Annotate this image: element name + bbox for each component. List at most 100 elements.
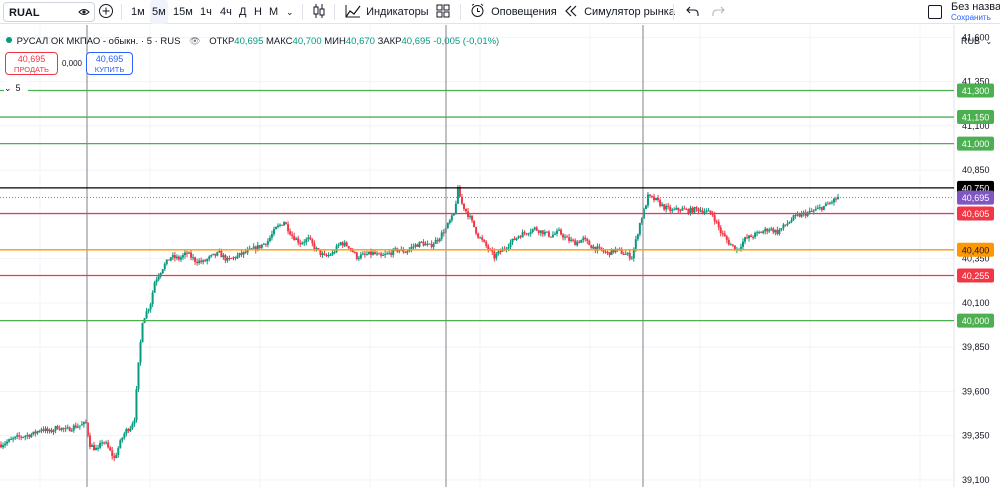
change-value: -0,005 (-0,01%) <box>433 36 500 47</box>
interval-1m[interactable]: 1м <box>131 0 145 24</box>
candle-body <box>830 202 833 204</box>
candle-body <box>808 210 811 213</box>
symbol-search[interactable]: RUAL <box>3 2 95 22</box>
compare-eye-icon[interactable] <box>78 3 90 23</box>
layouts-grid-icon[interactable] <box>436 0 450 24</box>
price-chart[interactable]: 41,60041,35041,10040,85040,60040,35040,1… <box>0 0 1000 487</box>
interval-5m[interactable]: 5м <box>150 0 168 24</box>
candle-body <box>62 427 65 429</box>
interval-day[interactable]: Д <box>239 0 246 24</box>
buy-button[interactable]: 40,695 КУПИТЬ <box>86 52 133 75</box>
candle-body <box>268 237 271 242</box>
candle-body <box>756 232 759 234</box>
visibility-eye-icon[interactable]: 👁 <box>189 36 200 46</box>
candle-body <box>311 239 314 244</box>
candle-body <box>64 428 67 430</box>
candle-body <box>499 251 502 253</box>
candle-body <box>450 215 453 221</box>
replay-button[interactable]: Симулятор рынка <box>564 0 675 24</box>
candle-body <box>558 229 560 231</box>
candle-body <box>521 232 524 238</box>
candle-body <box>163 264 166 270</box>
candle-body <box>507 247 510 249</box>
candle-body <box>598 246 601 248</box>
candle-body <box>390 252 393 255</box>
low-label: МИН <box>324 36 346 47</box>
candle-body <box>240 252 243 255</box>
indicators-collapse-button[interactable]: ⌄ 5 <box>4 81 28 95</box>
candle-body <box>113 456 116 458</box>
candle-body <box>699 210 702 212</box>
interval-4h[interactable]: 4ч <box>220 0 232 24</box>
layout-checkbox[interactable] <box>928 5 942 19</box>
candle-body <box>634 239 637 249</box>
candle-body <box>691 207 694 213</box>
candle-body <box>386 253 389 255</box>
candle-body <box>646 194 649 206</box>
close-label: ЗАКР <box>377 36 402 47</box>
candle-body <box>190 252 193 258</box>
indicators-icon <box>345 5 361 18</box>
candle-body <box>657 197 660 201</box>
candle-body <box>715 221 718 223</box>
top-toolbar: RUAL 1м 5м 15м 1ч 4ч Д Н М ⌄ Индикаторы … <box>0 0 1000 24</box>
candle-body <box>16 435 19 437</box>
candle-body <box>384 254 387 256</box>
redo-icon[interactable] <box>712 0 725 24</box>
symbol-text: RUAL <box>9 7 40 19</box>
sell-price: 40,695 <box>17 54 46 64</box>
interval-dropdown-chevron-icon[interactable]: ⌄ <box>286 0 294 24</box>
candle-body <box>234 257 237 259</box>
candle-body <box>525 233 528 235</box>
candle-body <box>531 229 534 233</box>
level-price-label: 41,300 <box>962 86 990 96</box>
interval-1h[interactable]: 1ч <box>200 0 212 24</box>
candle-body <box>519 236 522 238</box>
candle-body <box>659 200 662 206</box>
candle-body <box>111 450 114 457</box>
currency-selector[interactable]: RUB ⌄ <box>961 34 992 48</box>
add-symbol-icon[interactable] <box>98 0 114 24</box>
candle-body <box>541 230 544 235</box>
candle-body <box>705 210 708 212</box>
indicators-button[interactable]: Индикаторы <box>345 0 429 24</box>
save-link[interactable]: Сохранить <box>951 13 991 23</box>
candle-body <box>566 236 569 238</box>
candle-body <box>329 254 332 256</box>
candle-body <box>228 258 231 260</box>
candle-body <box>481 237 484 240</box>
candle-body <box>167 259 170 261</box>
candle-body <box>272 229 275 235</box>
interval-month[interactable]: М <box>269 0 278 24</box>
chevron-down-icon: ⌄ <box>4 83 12 93</box>
rewind-icon <box>565 5 577 17</box>
interval-15m[interactable]: 15м <box>173 0 193 24</box>
candles-type-icon[interactable] <box>312 0 326 24</box>
candle-body <box>584 237 587 240</box>
candle-body <box>426 243 429 245</box>
y-axis-tick-label: 39,850 <box>962 342 990 352</box>
alerts-button[interactable]: Оповещения <box>470 0 557 24</box>
candle-body <box>543 232 546 235</box>
candle-body <box>347 246 350 249</box>
sell-button[interactable]: 40,695 ПРОДАТЬ <box>5 52 58 75</box>
candle-body <box>283 222 286 226</box>
candle-body <box>454 203 457 214</box>
candle-body <box>412 246 415 248</box>
candle-body <box>97 447 100 449</box>
candle-body <box>186 252 188 254</box>
level-price-label: 41,000 <box>962 139 990 149</box>
candle-body <box>374 252 377 255</box>
candle-body <box>432 243 435 247</box>
candle-body <box>475 226 478 234</box>
candle-body <box>376 253 379 255</box>
candle-body <box>578 241 581 243</box>
interval-week[interactable]: Н <box>254 0 262 24</box>
undo-icon[interactable] <box>686 0 699 24</box>
low-value: 40,670 <box>345 36 375 47</box>
candle-body <box>50 429 53 433</box>
candle-body <box>473 220 476 227</box>
candle-body <box>78 425 81 427</box>
candle-body <box>175 256 178 259</box>
currency-chevron-icon: ⌄ <box>985 37 993 46</box>
